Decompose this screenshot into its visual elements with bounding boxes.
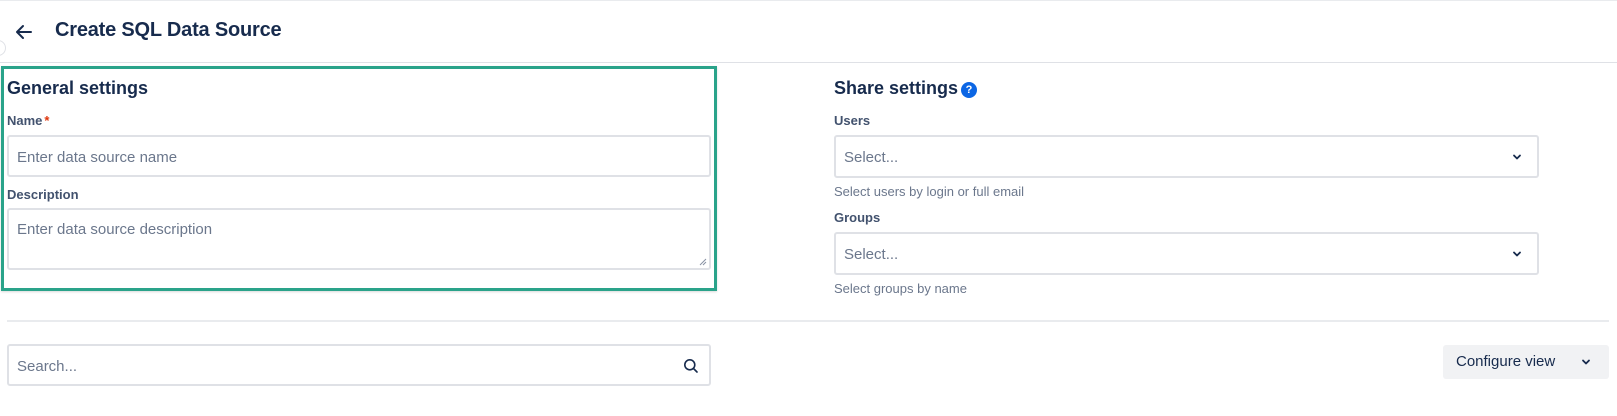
resize-grip-icon[interactable] xyxy=(699,258,707,266)
name-label-text: Name xyxy=(7,113,43,128)
users-label: Users xyxy=(834,113,871,128)
name-label: Name * xyxy=(7,113,49,128)
search-input[interactable]: Search... xyxy=(7,344,711,386)
description-label: Description xyxy=(7,187,79,202)
arrow-left-icon xyxy=(16,25,32,39)
required-marker: * xyxy=(44,113,50,128)
chevron-down-icon xyxy=(1513,251,1521,257)
share-settings-title: Share settings xyxy=(834,78,959,98)
configure-view-button[interactable]: Configure view xyxy=(1443,345,1609,379)
chevron-down-icon xyxy=(1513,154,1521,160)
users-help-text: Select users by login or full email xyxy=(834,184,1025,199)
back-button[interactable] xyxy=(12,20,36,44)
search-icon[interactable] xyxy=(683,358,699,374)
chevron-down-icon xyxy=(1582,359,1590,365)
search-placeholder: Search... xyxy=(17,358,78,375)
page-header: Create SQL Data Source xyxy=(0,1,1617,63)
name-placeholder: Enter data source name xyxy=(17,149,178,166)
groups-select[interactable]: Select... xyxy=(834,232,1539,275)
page-title: Create SQL Data Source xyxy=(55,19,282,41)
groups-help-text: Select groups by name xyxy=(834,281,967,296)
groups-label: Groups xyxy=(834,210,881,225)
groups-select-value: Select... xyxy=(844,246,899,263)
description-placeholder: Enter data source description xyxy=(17,221,213,238)
help-icon[interactable]: ? xyxy=(961,82,977,98)
configure-view-label: Configure view xyxy=(1456,353,1556,370)
name-input[interactable]: Enter data source name xyxy=(7,135,711,177)
general-settings-title: General settings xyxy=(7,78,149,98)
description-textarea[interactable]: Enter data source description xyxy=(7,208,711,270)
users-select[interactable]: Select... xyxy=(834,135,1539,178)
users-select-value: Select... xyxy=(844,149,899,166)
section-divider xyxy=(7,320,1609,322)
